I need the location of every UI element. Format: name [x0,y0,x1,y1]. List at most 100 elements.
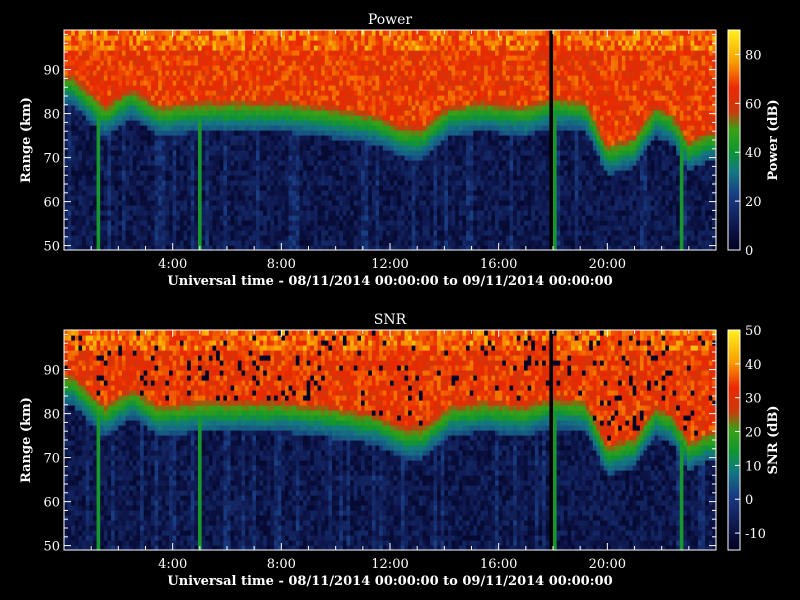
heatmap-cell [125,125,130,131]
heatmap-cell [386,105,391,111]
heatmap-cell [201,60,206,66]
heatmap-cell [317,240,322,246]
heatmap-cell [85,165,90,171]
heatmap-cell [140,155,145,161]
heatmap-cell [295,150,301,156]
heatmap-cell [158,215,163,221]
heatmap-cell [321,220,326,226]
heatmap-cell [118,155,123,161]
heatmap-cell [426,195,431,201]
heatmap-cell [107,95,112,101]
heatmap-cell [357,220,362,226]
heatmap-cell [259,210,264,216]
heatmap-cell [397,35,402,41]
heatmap-cell [263,185,268,191]
heatmap-cell [245,115,250,121]
heatmap-cell [147,205,152,211]
heatmap-cell [440,140,445,146]
heatmap-cell [74,75,80,81]
heatmap-cell [317,110,322,116]
heatmap-cell [125,95,130,101]
heatmap-cell [136,215,141,221]
heatmap-cell [245,145,250,151]
heatmap-cell [429,175,435,181]
heatmap-cell [447,200,453,206]
heatmap-cell [223,55,228,61]
heatmap-cell [386,40,391,46]
heatmap-cell [361,50,366,56]
heatmap-cell [266,50,272,56]
heatmap-cell [306,200,311,206]
heatmap-cell [353,70,358,76]
heatmap-cell [187,155,192,161]
heatmap-cell [118,95,123,101]
heatmap-cell [455,50,460,56]
heatmap-cell [422,215,427,221]
heatmap-cell [357,230,362,236]
heatmap-cell [237,115,243,121]
heatmap-cell [125,160,130,166]
heatmap-cell [252,55,257,61]
heatmap-cell [121,145,127,151]
heatmap-cell [451,140,456,146]
heatmap-cell [444,80,449,86]
heatmap-cell [132,130,138,136]
heatmap-cell [462,30,467,36]
heatmap-cell [100,55,105,61]
heatmap-cell [310,70,315,76]
heatmap-cell [92,125,98,131]
heatmap-cell [216,45,221,51]
heatmap-cell [361,75,366,81]
heatmap-cell [212,120,217,126]
heatmap-cell [194,170,199,176]
heatmap-cell [408,140,413,146]
heatmap-cell [205,210,210,216]
heatmap-cell [353,130,358,136]
heatmap-cell [219,170,224,176]
heatmap-cell [281,180,286,186]
heatmap-cell [234,45,239,51]
heatmap-cell [404,70,409,76]
heatmap-cell [136,150,141,156]
heatmap-cell [161,40,167,46]
heatmap-cell [404,190,409,196]
heatmap-cell [379,100,384,106]
heatmap-cell [466,40,471,46]
heatmap-cell [71,155,76,161]
heatmap-cell [252,215,257,221]
heatmap-cell [198,205,203,211]
heatmap-cell [295,120,301,126]
heatmap-cell [288,110,293,116]
heatmap-cell [303,130,308,136]
heatmap-cell [241,230,246,236]
heatmap-cell [397,55,402,61]
heatmap-cell [121,240,127,246]
heatmap-cell [212,155,217,161]
heatmap-cell [78,135,83,141]
heatmap-cell [219,160,224,166]
heatmap-cell [404,60,409,66]
heatmap-cell [194,200,199,206]
heatmap-cell [346,160,351,166]
heatmap-cell [107,50,112,56]
heatmap-cell [361,140,366,146]
heatmap-cell [332,145,337,151]
heatmap-cell [288,105,293,111]
heatmap-cell [303,55,308,61]
heatmap-cell [82,125,87,131]
heatmap-cell [292,85,297,91]
heatmap-cell [143,110,148,116]
heatmap-cell [357,195,362,201]
heatmap-cell [129,215,134,221]
heatmap-cell [346,115,351,121]
heatmap-cell [255,145,261,151]
heatmap-cell [400,155,406,161]
heatmap-cell [132,235,138,241]
heatmap-cell [469,130,474,136]
heatmap-cell [187,60,192,66]
heatmap-cell [440,35,445,41]
heatmap-cell [158,150,163,156]
heatmap-cell [437,30,442,36]
heatmap-cell [382,75,387,81]
heatmap-cell [379,110,384,116]
